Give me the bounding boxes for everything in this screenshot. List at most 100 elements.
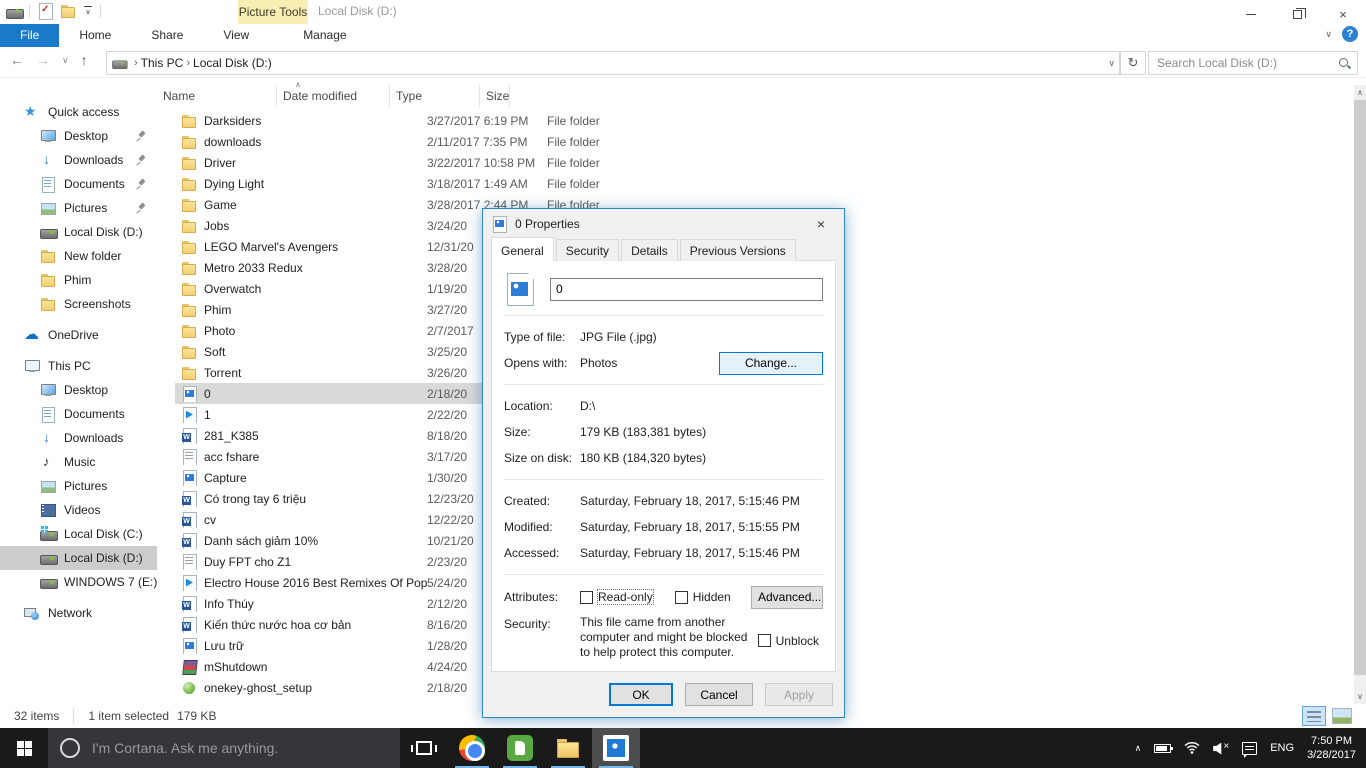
sidebar-item[interactable]: Local Disk (D:) xyxy=(0,546,157,570)
details-view-button[interactable] xyxy=(1302,706,1326,726)
file-row[interactable]: Dying Light 3/18/2017 1:49 AM File folde… xyxy=(157,173,750,194)
column-header[interactable]: Date modified xyxy=(277,85,390,107)
picture-tools-contextual-tab[interactable]: Picture Tools xyxy=(238,0,308,24)
refresh-button[interactable]: ↻ xyxy=(1120,51,1146,75)
folder-icon xyxy=(40,272,56,288)
vertical-scrollbar[interactable]: ∧ ∨ xyxy=(1354,85,1366,704)
doc-icon xyxy=(40,406,56,423)
dialog-tab[interactable]: General xyxy=(491,237,554,261)
file-row[interactable]: downloads 2/11/2017 7:35 PM File folder xyxy=(157,131,750,152)
new-folder-icon[interactable] xyxy=(60,3,76,19)
properties-icon[interactable] xyxy=(37,3,53,20)
start-button[interactable] xyxy=(0,728,48,768)
dialog-tab[interactable]: Security xyxy=(555,239,620,261)
search-icon[interactable] xyxy=(1338,57,1351,70)
taskbar-app-button[interactable] xyxy=(592,728,640,768)
column-header[interactable]: Size xyxy=(480,85,511,107)
clock[interactable]: 7:50 PM 3/28/2017 xyxy=(1307,734,1356,762)
sidebar-item[interactable]: Pictures xyxy=(0,474,157,498)
file-name-input[interactable] xyxy=(550,277,823,301)
forward-icon[interactable]: → xyxy=(36,52,50,68)
word-icon xyxy=(181,490,197,507)
breadcrumb-item[interactable]: Local Disk (D:) xyxy=(193,56,272,70)
taskbar-app-button[interactable] xyxy=(544,728,592,768)
dialog-close-button[interactable]: × xyxy=(806,212,836,236)
sidebar-item[interactable]: Local Disk (D:) xyxy=(0,220,157,244)
unblock-checkbox[interactable] xyxy=(757,634,771,647)
hidden-label[interactable]: Hidden xyxy=(693,590,731,604)
taskbar-app-button[interactable] xyxy=(448,728,496,768)
thumbnails-view-button[interactable] xyxy=(1332,708,1352,724)
word-icon xyxy=(181,595,197,612)
ribbon-tab[interactable]: Manage xyxy=(283,24,366,47)
ribbon-tab[interactable]: File xyxy=(0,24,60,47)
breadcrumb[interactable]: › This PC › Local Disk (D:) ∨ xyxy=(106,51,1120,75)
cortana-search[interactable] xyxy=(48,728,400,768)
readonly-label[interactable]: Read-only xyxy=(597,589,654,605)
ok-button[interactable]: OK xyxy=(609,683,673,706)
wifi-icon[interactable] xyxy=(1184,742,1200,754)
sidebar-item[interactable]: Desktop xyxy=(0,124,157,148)
sidebar-item[interactable]: OneDrive xyxy=(0,323,157,347)
search-input[interactable] xyxy=(1155,55,1338,71)
language-indicator[interactable]: ENG xyxy=(1270,742,1294,754)
file-name: Overwatch xyxy=(204,281,262,296)
sidebar-item[interactable]: Phim xyxy=(0,268,157,292)
dialog-tab[interactable]: Details xyxy=(621,239,678,261)
selection-size: 179 KB xyxy=(177,709,217,723)
sidebar-item[interactable]: Documents xyxy=(0,172,157,196)
ribbon-tab[interactable]: View xyxy=(203,24,269,47)
sidebar-item[interactable]: Pictures xyxy=(0,196,157,220)
recent-locations-icon[interactable]: ∨ xyxy=(62,55,69,66)
sidebar-item[interactable]: Videos xyxy=(0,498,157,522)
address-dropdown-icon[interactable]: ∨ xyxy=(1108,58,1115,69)
scrollbar-thumb[interactable] xyxy=(1354,100,1366,675)
cortana-input[interactable] xyxy=(90,739,388,757)
taskbar-app-button[interactable] xyxy=(496,728,544,768)
unblock-label[interactable]: Unblock xyxy=(776,634,819,648)
volume-muted-icon[interactable] xyxy=(1213,741,1229,755)
scroll-down-icon[interactable]: ∨ xyxy=(1354,689,1366,704)
battery-icon[interactable] xyxy=(1154,743,1174,753)
sidebar-item[interactable]: Desktop xyxy=(0,378,157,402)
dialog-tab[interactable]: Previous Versions xyxy=(679,239,796,261)
hidden-checkbox[interactable] xyxy=(674,590,688,604)
scroll-up-icon[interactable]: ∧ xyxy=(1354,85,1366,100)
sidebar-item[interactable]: Network xyxy=(0,601,157,625)
tray-chevron-icon[interactable]: ∧ xyxy=(1135,743,1142,754)
search-box[interactable] xyxy=(1148,51,1358,75)
readonly-checkbox[interactable] xyxy=(580,590,593,604)
sidebar-item[interactable]: Quick access xyxy=(0,100,157,124)
dialog-title-bar[interactable]: 0 Properties × xyxy=(483,209,844,239)
sidebar-item[interactable]: WINDOWS 7 (E:) xyxy=(0,570,157,594)
sidebar-item[interactable]: This PC xyxy=(0,354,157,378)
file-row[interactable]: Darksiders 3/27/2017 6:19 PM File folder xyxy=(157,110,750,131)
cancel-button[interactable]: Cancel xyxy=(685,683,753,706)
action-center-icon[interactable] xyxy=(1242,741,1258,758)
sidebar-item[interactable]: Downloads xyxy=(0,148,157,172)
customize-qat-icon[interactable]: ∨ xyxy=(83,6,93,16)
change-button[interactable]: Change... xyxy=(719,351,823,375)
title-bar: ∨ Picture Tools Local Disk (D:) × xyxy=(0,0,1366,24)
help-icon[interactable]: ? xyxy=(1342,26,1358,42)
advanced-button[interactable]: Advanced... xyxy=(751,585,823,609)
word-icon xyxy=(181,511,197,528)
column-header[interactable]: Name xyxy=(157,85,277,107)
ribbon-tab[interactable]: Home xyxy=(59,24,131,47)
sidebar-item[interactable]: New folder xyxy=(0,244,157,268)
back-icon[interactable]: ← xyxy=(10,52,24,68)
up-icon[interactable]: ↑ xyxy=(81,52,88,68)
taskbar-app-button[interactable] xyxy=(400,728,448,768)
breadcrumb-item[interactable]: This PC xyxy=(141,56,184,70)
sidebar-item[interactable]: Music xyxy=(0,450,157,474)
sidebar-item[interactable]: Screenshots xyxy=(0,292,157,316)
column-header[interactable]: Type xyxy=(390,85,480,107)
word-icon xyxy=(181,616,197,633)
sidebar-item[interactable]: Documents xyxy=(0,402,157,426)
sidebar-item[interactable]: Downloads xyxy=(0,426,157,450)
file-row[interactable]: Driver 3/22/2017 10:58 PM File folder xyxy=(157,152,750,173)
cloud-icon xyxy=(24,325,40,343)
sidebar-item[interactable]: Local Disk (C:) xyxy=(0,522,157,546)
ribbon-tab[interactable]: Share xyxy=(131,24,203,47)
expand-ribbon-icon[interactable]: ∨ xyxy=(1325,29,1332,40)
